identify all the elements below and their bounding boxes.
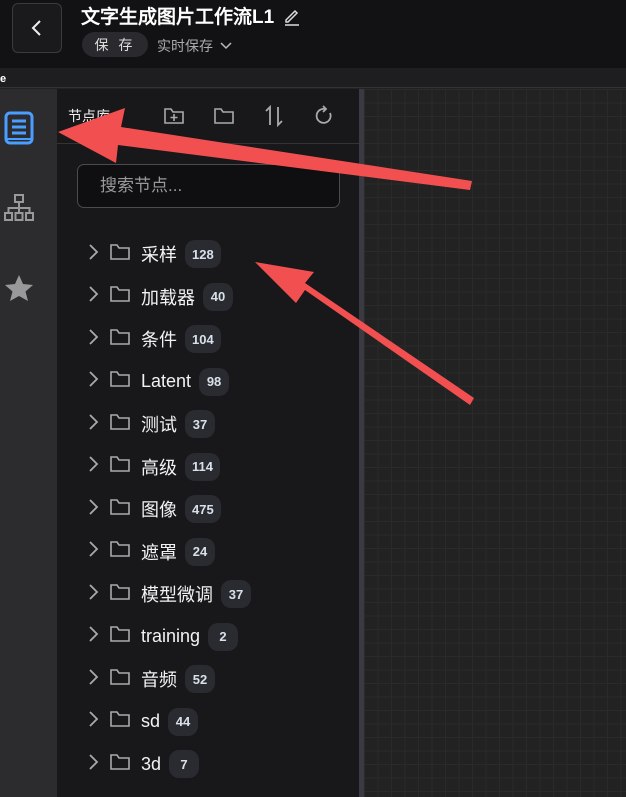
count-badge: 2 [208,622,239,651]
chevron-right-icon[interactable] [87,583,109,606]
folder-button[interactable] [212,104,236,128]
side-rail [0,89,57,797]
category-label: 采样 [141,245,177,266]
search-input[interactable] [100,176,321,196]
chevron-right-icon[interactable] [87,285,109,308]
category-item[interactable]: 图像 475 [87,488,251,531]
workflow-title: 文字生成图片工作流L1 [81,2,302,29]
folder-icon [109,455,135,478]
autosave-dropdown[interactable]: 实时保存 [157,36,233,56]
folder-icon [109,498,135,521]
category-item[interactable]: 3d 7 [87,743,251,786]
tab-strip: e [0,68,626,88]
category-label: 音频 [141,670,177,691]
category-label: sd [141,711,161,732]
header: 文字生成图片工作流L1 保 存 实时保存 [0,0,626,68]
folder-icon [109,583,135,606]
tab-strip-text: e [0,73,7,85]
chevron-right-icon[interactable] [87,243,109,266]
category-label: 模型微调 [141,585,213,606]
category-item[interactable]: Latent 98 [87,361,251,404]
panel-title: 节点库 [68,108,110,124]
folder-icon [109,243,135,266]
category-item[interactable]: sd 44 [87,701,251,744]
chevron-right-icon[interactable] [87,668,109,691]
hierarchy-icon[interactable] [3,193,35,223]
chevron-right-icon[interactable] [87,498,109,521]
sort-button[interactable] [262,104,286,128]
category-item[interactable]: 模型微调 37 [87,573,251,616]
count-badge: 114 [185,452,220,481]
count-badge: 52 [185,665,215,694]
chevron-left-icon [31,20,41,36]
category-item[interactable]: 采样 128 [87,233,251,276]
folder-icon [109,625,135,648]
node-library-panel: 节点库 采样 128 加载器 40 条件 104 Latent 98 测试 37 高级 114 图像 47… [57,89,359,797]
edit-icon[interactable] [282,6,302,26]
chevron-right-icon[interactable] [87,753,109,776]
folder-icon [109,668,135,691]
chevron-right-icon[interactable] [87,710,109,733]
star-icon[interactable] [3,272,35,304]
count-badge: 7 [169,750,200,779]
category-item[interactable]: 测试 37 [87,403,251,446]
panel-toolbar [162,104,336,128]
count-badge: 37 [221,580,251,609]
category-item[interactable]: 加载器 40 [87,276,251,319]
category-label: Latent [141,371,192,392]
category-label: 高级 [141,457,177,478]
category-list: 采样 128 加载器 40 条件 104 Latent 98 测试 37 高级 114 图像 475 遮罩 2… [87,233,251,786]
category-item[interactable]: 高级 114 [87,446,251,489]
folder-icon [109,370,135,393]
chevron-right-icon[interactable] [87,625,109,648]
chevron-right-icon[interactable] [87,455,109,478]
chevron-right-icon[interactable] [87,328,109,351]
category-item[interactable]: 音频 52 [87,658,251,701]
folder-icon [109,285,135,308]
refresh-button[interactable] [312,104,336,128]
count-badge: 475 [185,495,221,524]
new-folder-button[interactable] [162,104,186,128]
folder-icon [109,753,135,776]
folder-icon [109,413,135,436]
count-badge: 98 [199,367,230,396]
chevron-right-icon[interactable] [87,413,109,436]
count-badge: 24 [185,537,215,566]
folder-icon [109,540,135,563]
folder-icon [109,328,135,351]
count-badge: 104 [185,325,221,354]
count-badge: 40 [203,282,233,311]
category-label: 遮罩 [141,542,177,563]
category-item[interactable]: 条件 104 [87,318,251,361]
count-badge: 44 [168,707,199,736]
chevron-right-icon[interactable] [87,540,109,563]
workflow-canvas[interactable] [364,89,626,797]
node-library-icon[interactable] [3,111,35,145]
folder-plus-icon [164,108,184,124]
count-badge: 37 [185,410,215,439]
autosave-label: 实时保存 [157,38,213,54]
chevron-right-icon[interactable] [87,370,109,393]
folder-icon [214,108,234,124]
category-label: 测试 [141,415,177,436]
back-button[interactable] [12,3,62,53]
chevron-down-icon [220,42,232,50]
category-label: 图像 [141,500,177,521]
search-box[interactable] [77,164,340,208]
category-label: 3d [141,753,162,774]
category-label: training [141,626,201,647]
workflow-title-text: 文字生成图片工作流L1 [81,7,275,28]
refresh-icon [315,105,332,124]
category-item[interactable]: training 2 [87,616,251,659]
category-label: 条件 [141,330,177,351]
count-badge: 128 [185,240,221,269]
folder-icon [109,710,135,733]
save-button[interactable]: 保 存 [82,32,148,57]
category-label: 加载器 [141,287,195,308]
divider [57,143,359,144]
sort-icon [265,105,283,127]
category-item[interactable]: 遮罩 24 [87,531,251,574]
